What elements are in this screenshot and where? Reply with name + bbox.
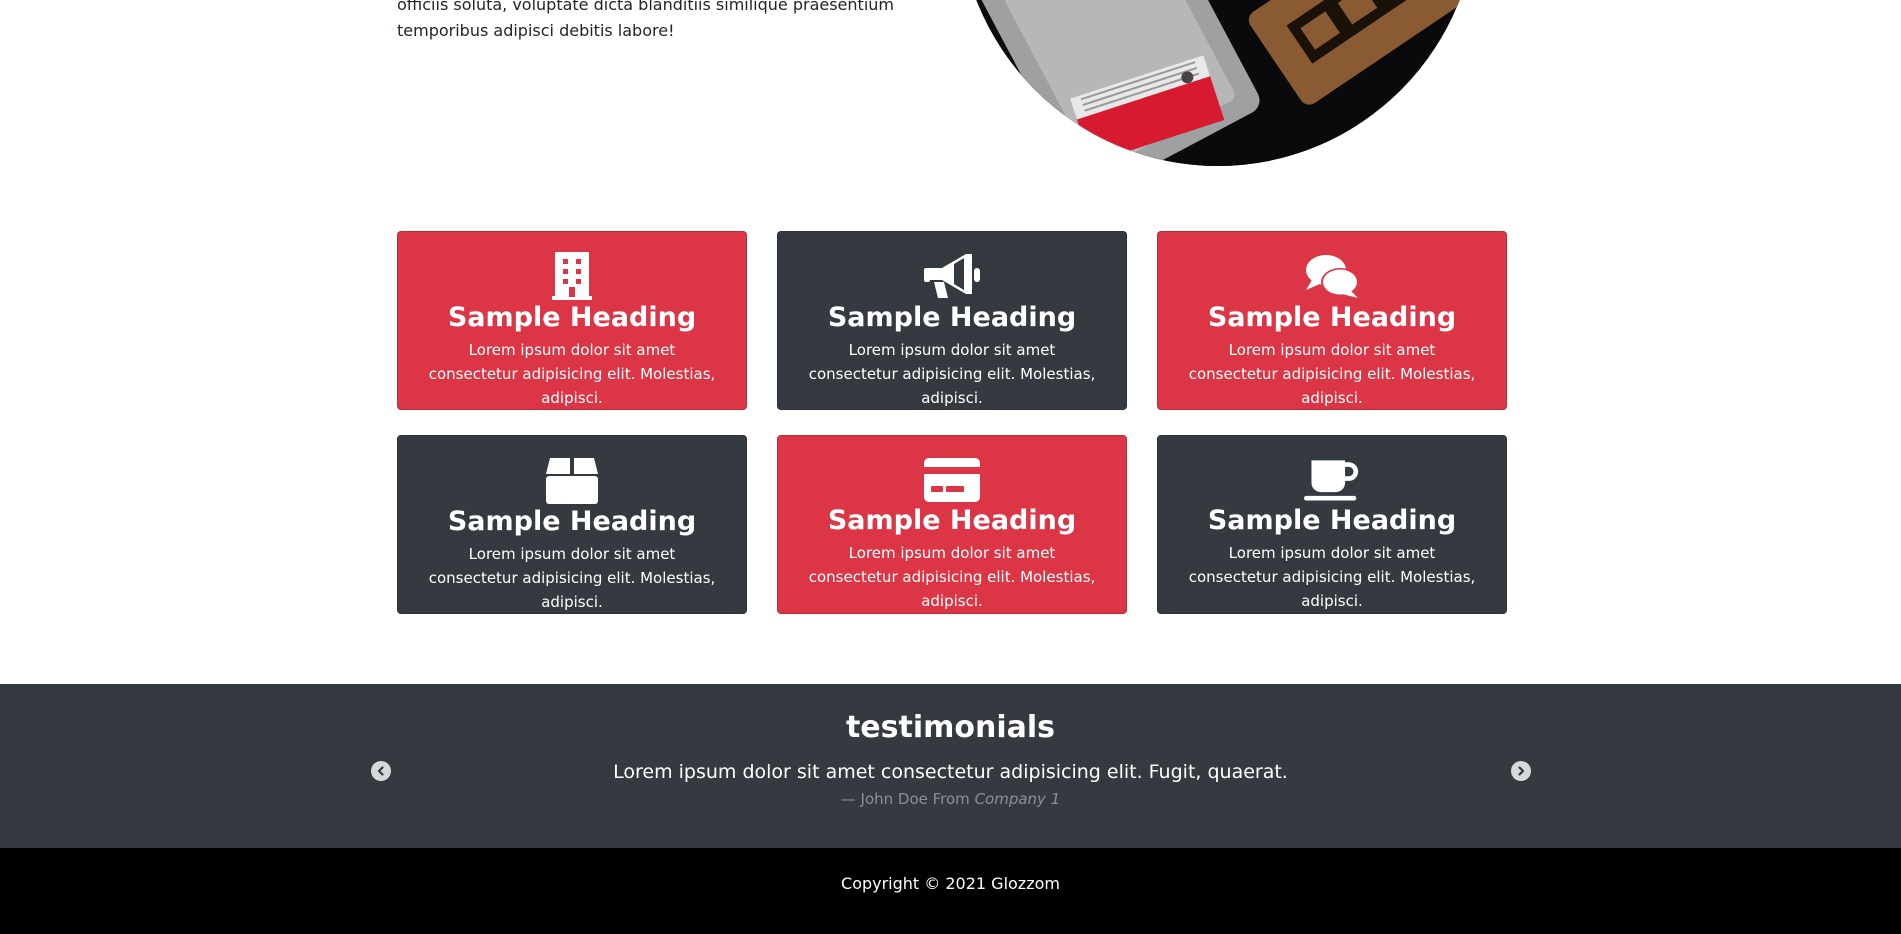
feature-card: Sample Heading Lorem ipsum dolor sit ame… bbox=[777, 231, 1127, 410]
card-text: Lorem ipsum dolor sit amet consectetur a… bbox=[1188, 544, 1476, 610]
feature-card: Sample Heading Lorem ipsum dolor sit ame… bbox=[1157, 435, 1507, 614]
card-heading: Sample Heading bbox=[1207, 505, 1457, 536]
hero-image bbox=[958, 0, 1478, 166]
testimonials-title: testimonials bbox=[845, 710, 1056, 745]
page-footer: Copyright © 2021 Glozzom bbox=[0, 848, 1901, 934]
feature-card: Sample Heading Lorem ipsum dolor sit ame… bbox=[397, 231, 747, 410]
card-heading: Sample Heading bbox=[1207, 302, 1457, 333]
chevron-right-icon bbox=[1518, 766, 1525, 776]
card-text: Lorem ipsum dolor sit amet consectetur a… bbox=[428, 341, 716, 407]
comments-icon bbox=[1304, 252, 1360, 300]
feature-card: Sample Heading Lorem ipsum dolor sit ame… bbox=[777, 435, 1127, 614]
feature-card: Sample Heading Lorem ipsum dolor sit ame… bbox=[1157, 231, 1507, 410]
carousel-prev-button[interactable] bbox=[371, 761, 391, 781]
card-heading: Sample Heading bbox=[827, 505, 1077, 536]
credit-card-icon bbox=[924, 456, 980, 503]
testimonial-author: — John Doe From Company 1 bbox=[0, 787, 1901, 811]
card-text: Lorem ipsum dolor sit amet consectetur a… bbox=[1188, 341, 1476, 407]
feature-card: Sample Heading Lorem ipsum dolor sit ame… bbox=[397, 435, 747, 614]
chevron-left-icon bbox=[377, 766, 384, 776]
building-icon bbox=[544, 252, 600, 300]
coffee-icon bbox=[1304, 456, 1360, 503]
megaphone-icon bbox=[924, 252, 980, 300]
card-text: Lorem ipsum dolor sit amet consectetur a… bbox=[808, 341, 1096, 407]
testimonials-section: testimonials Lorem ipsum dolor sit amet … bbox=[0, 684, 1901, 848]
card-heading: Sample Heading bbox=[447, 506, 697, 537]
testimonial-author-name: — John Doe From bbox=[840, 790, 970, 808]
testimonial-quote: Lorem ipsum dolor sit amet consectetur a… bbox=[613, 761, 1288, 783]
card-text: Lorem ipsum dolor sit amet consectetur a… bbox=[428, 545, 716, 611]
features-grid: Sample Heading Lorem ipsum dolor sit ame… bbox=[397, 231, 1507, 614]
carousel-next-button[interactable] bbox=[1511, 761, 1531, 781]
box-icon bbox=[544, 456, 600, 504]
copyright-text: Copyright © 2021 Glozzom bbox=[841, 874, 1060, 893]
testimonial-company: Company 1 bbox=[974, 790, 1061, 808]
card-heading: Sample Heading bbox=[447, 302, 697, 333]
card-text: Lorem ipsum dolor sit amet consectetur a… bbox=[808, 544, 1096, 610]
intro-paragraph: officiis soluta, voluptate dicta blandit… bbox=[397, 0, 894, 40]
card-heading: Sample Heading bbox=[827, 302, 1077, 333]
